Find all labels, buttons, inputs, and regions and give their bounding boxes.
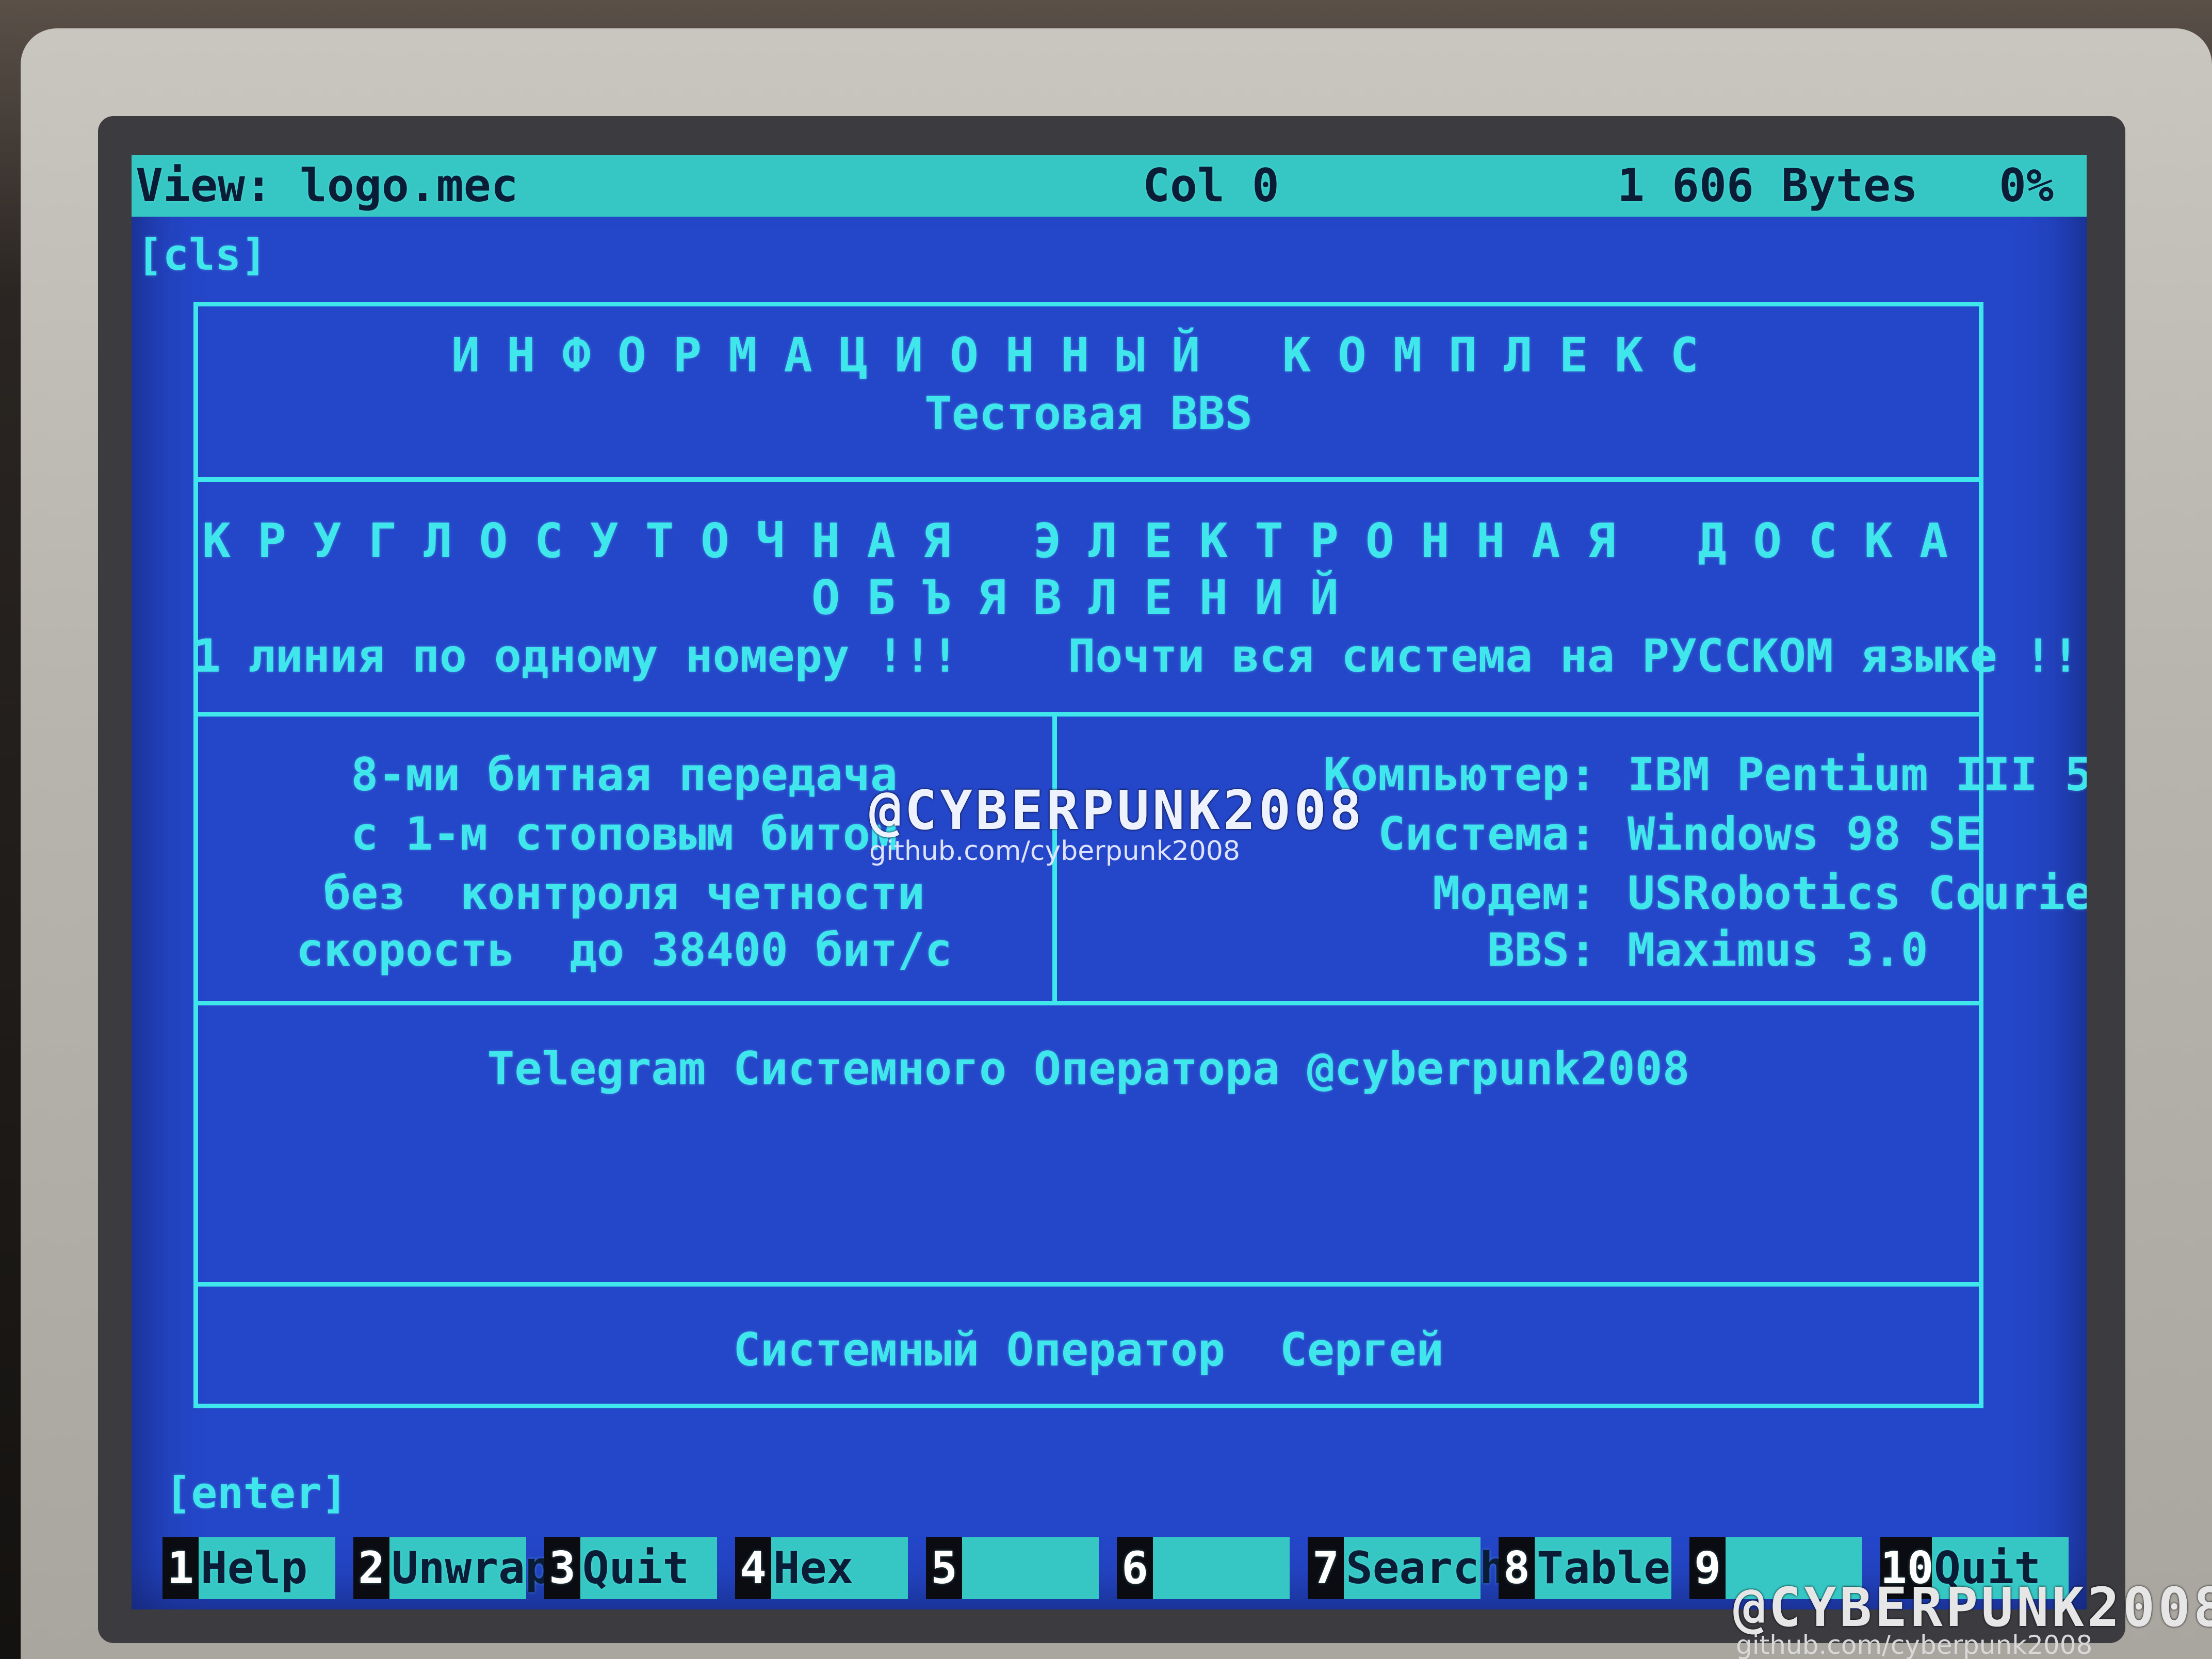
viewer-title: View: logo.mec xyxy=(136,159,518,212)
viewer-size: 1 606 Bytes xyxy=(1617,159,1918,212)
divider-line xyxy=(193,477,1983,482)
divider-line xyxy=(193,1001,1983,1005)
fkey-6[interactable]: 6 xyxy=(1117,1537,1290,1599)
spec-label: BBS: xyxy=(1487,923,1597,977)
fkey-number: 4 xyxy=(735,1537,771,1599)
fkey-number: 8 xyxy=(1499,1537,1535,1599)
viewer-column: Col 0 xyxy=(1143,159,1279,212)
fkey-number: 7 xyxy=(1308,1537,1344,1599)
header-subtitle: Тестовая BBS xyxy=(924,387,1253,440)
board-info: 1 линия по одному номеру !!! Почти вся с… xyxy=(193,629,2087,682)
watermark-url: github.com/cyberpunk2008 xyxy=(869,836,1240,867)
fkey-number: 5 xyxy=(926,1537,962,1599)
fkey-label: Unwrap xyxy=(389,1537,552,1599)
viewer-percent: 0% xyxy=(1999,159,2054,212)
fkey-number: 6 xyxy=(1117,1537,1153,1599)
watermark-handle: @CYBERPUNK2008 xyxy=(869,779,1365,842)
spec-value: Maximus 3.0 xyxy=(1628,923,1928,977)
enter-tag: [enter] xyxy=(165,1468,348,1518)
viewer-status-bar: View: logo.mec Col 0 1 606 Bytes 0% xyxy=(132,155,2087,217)
header-title: ИНФОРМАЦИОННЫЙ КОМПЛЕКС xyxy=(451,328,1726,383)
comm-line: без контроля четности xyxy=(323,867,925,920)
fkey-label: Quit xyxy=(580,1537,717,1599)
fkey-1-help[interactable]: 1 Help xyxy=(162,1537,335,1599)
divider-line xyxy=(193,712,1983,717)
board-title-line1: КРУГЛОСУТОЧНАЯ ЭЛЕКТРОННАЯ ДОСКА xyxy=(202,513,1975,568)
spec-value: USRobotics Courier xyxy=(1628,867,2087,920)
fkey-label: Table xyxy=(1535,1537,1671,1599)
fkey-label: Search xyxy=(1344,1537,1506,1599)
fkey-label xyxy=(962,1537,1099,1599)
telegram-contact: Telegram Системного Оператора @cyberpunk… xyxy=(487,1042,1690,1095)
watermark-url: github.com/cyberpunk2008 xyxy=(1736,1630,2093,1659)
fkey-7-search[interactable]: 7 Search xyxy=(1308,1537,1506,1599)
spec-label: Модем: xyxy=(1433,867,1597,920)
fkey-number: 9 xyxy=(1689,1537,1726,1599)
comm-line: скорость до 38400 бит/с xyxy=(296,923,952,977)
watermark-handle: @CYBERPUNK2008 xyxy=(1733,1576,2212,1639)
spec-value: IBM Pentium III 550 xyxy=(1628,748,2087,801)
crt-screen: View: logo.mec Col 0 1 606 Bytes 0% [cls… xyxy=(132,155,2087,1609)
fkey-number: 1 xyxy=(162,1537,199,1599)
fkey-5[interactable]: 5 xyxy=(926,1537,1099,1599)
fkey-label: Help xyxy=(199,1537,335,1599)
fkey-label xyxy=(1153,1537,1290,1599)
fkey-3-quit[interactable]: 3 Quit xyxy=(544,1537,717,1599)
cls-tag: [cls] xyxy=(137,230,267,280)
sysop-name: Системный Оператор Сергей xyxy=(733,1323,1444,1376)
fkey-2-unwrap[interactable]: 2 Unwrap xyxy=(353,1537,552,1599)
fkey-8-table[interactable]: 8 Table xyxy=(1499,1537,1671,1599)
spec-value: Windows 98 SE xyxy=(1628,807,1983,860)
fkey-label: Hex xyxy=(771,1537,908,1599)
fkey-number: 3 xyxy=(544,1537,580,1599)
board-title-line2: ОБЪЯВЛЕНИЙ xyxy=(811,570,1365,625)
divider-line xyxy=(193,1282,1983,1287)
fkey-number: 2 xyxy=(353,1537,389,1599)
fkey-4-hex[interactable]: 4 Hex xyxy=(735,1537,908,1599)
